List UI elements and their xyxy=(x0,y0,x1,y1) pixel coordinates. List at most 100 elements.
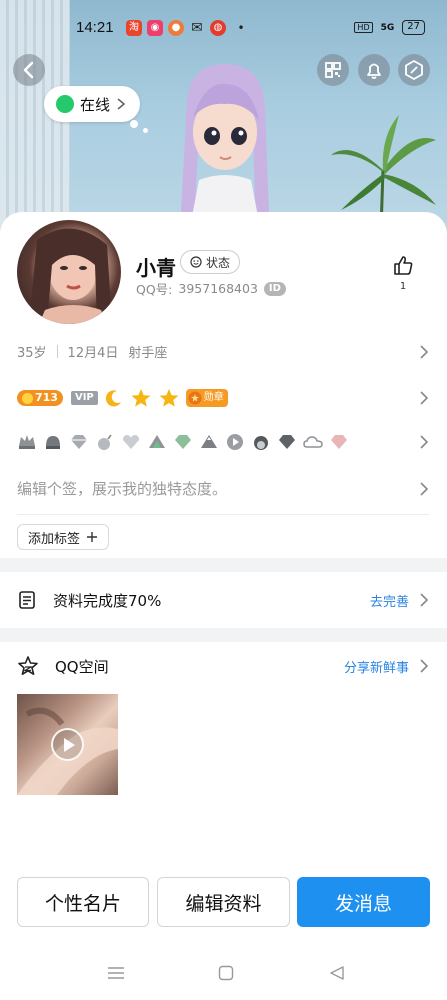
qr-code-icon xyxy=(325,62,341,78)
send-message-button[interactable]: 发消息 xyxy=(297,877,430,927)
chevron-right-icon xyxy=(117,98,126,110)
document-icon xyxy=(19,591,35,609)
play-icon[interactable] xyxy=(51,728,84,761)
menu-icon[interactable] xyxy=(107,965,125,981)
back-triangle-icon[interactable] xyxy=(329,965,345,981)
edit-profile-button[interactable]: 编辑资料 xyxy=(157,877,290,927)
add-tag-button[interactable]: 添加标签 xyxy=(17,524,110,550)
medal-badge: 勋章 xyxy=(185,389,228,407)
like-count: 1 xyxy=(399,281,407,292)
peak-icon xyxy=(201,435,217,448)
vip-badge: VIP xyxy=(70,391,98,405)
settings-button[interactable] xyxy=(398,54,430,86)
age-text: 35岁 xyxy=(17,346,47,361)
medal-label: 勋章 xyxy=(203,392,224,403)
bubble-tail xyxy=(130,120,138,128)
add-tag-label: 添加标签 xyxy=(28,531,81,547)
hexagon-settings-icon xyxy=(405,60,423,80)
online-status-label: 在线 xyxy=(80,95,111,114)
star-icon xyxy=(131,389,151,407)
status-label: 状态 xyxy=(206,255,231,270)
online-dot-icon xyxy=(56,95,74,113)
profile-card: 小青 状态 QQ号: 3957168403 ID 1 35岁 12月4日 射手座… xyxy=(0,212,447,1000)
network-icon: 5G xyxy=(380,22,395,33)
info-separator xyxy=(56,345,58,358)
thumbs-up-icon xyxy=(394,256,413,275)
qq-number: 3957168403 xyxy=(178,281,258,296)
chevron-right-icon xyxy=(420,344,429,359)
bell-icon xyxy=(367,63,381,79)
online-status-bubble[interactable]: 在线 xyxy=(44,86,140,122)
qq-prefix: QQ号: xyxy=(136,282,173,297)
heart-gem-icon xyxy=(123,435,139,449)
battery-icon: 27 xyxy=(402,20,425,35)
chevron-right-icon xyxy=(420,391,429,405)
nickname[interactable]: 小青 xyxy=(136,252,176,281)
news-notification-icon: ◍ xyxy=(210,20,226,36)
chevron-right-icon xyxy=(420,435,429,449)
home-icon[interactable] xyxy=(218,965,234,981)
chevron-right-icon xyxy=(420,593,429,607)
section-gap xyxy=(0,558,447,572)
star-icon xyxy=(159,389,179,407)
helmet-icon xyxy=(46,436,60,449)
divider xyxy=(17,514,429,515)
notifications-button[interactable] xyxy=(358,54,390,86)
id-badge: ID xyxy=(263,281,286,296)
profile-cover[interactable]: 14:21 淘 ◉ ● ✉ ◍ • HD 5G 27 在线 xyxy=(0,0,447,240)
qzone-label: QQ空间 xyxy=(55,657,109,676)
penguin-icon xyxy=(254,436,268,450)
signature-row[interactable]: 编辑个签，展示我的独特态度。 xyxy=(17,478,429,499)
set-status-button[interactable]: 状态 xyxy=(180,250,241,274)
signature-placeholder: 编辑个签，展示我的独特态度。 xyxy=(17,480,228,498)
profile-completion-row[interactable]: 资料完成度70% 去完善 xyxy=(17,586,429,614)
wechat-notification-icon: ✉ xyxy=(191,20,203,36)
black-diamond-icon xyxy=(279,435,295,449)
zplan-avatar-image[interactable] xyxy=(165,62,285,232)
bubble-tail-small xyxy=(143,128,148,133)
bomb-icon xyxy=(98,434,112,450)
complete-profile-link[interactable]: 去完善 xyxy=(370,591,409,610)
qq-number-line[interactable]: QQ号: 3957168403 ID xyxy=(136,279,286,298)
hd-icon: HD xyxy=(354,22,373,33)
orange-app-notification-icon: ● xyxy=(168,20,184,36)
completion-label: 资料完成度70% xyxy=(53,591,162,610)
basic-info-row[interactable]: 35岁 12月4日 射手座 xyxy=(17,342,429,361)
crown-gray-icon xyxy=(19,435,35,449)
zodiac-text: 射手座 xyxy=(128,346,168,361)
plant-decoration xyxy=(331,115,436,230)
mountain-gem-icon xyxy=(149,435,165,448)
like-button[interactable]: 1 xyxy=(391,254,415,292)
system-navigation-bar xyxy=(0,955,447,991)
qzone-row[interactable]: QQ空间 分享新鲜事 xyxy=(17,652,429,680)
birthday-text: 12月4日 xyxy=(67,346,119,361)
back-button[interactable] xyxy=(13,54,45,86)
status-right-group: HD 5G 27 xyxy=(354,20,425,35)
play-badge-icon xyxy=(227,434,243,450)
plus-icon xyxy=(87,532,98,542)
green-diamond-icon xyxy=(175,435,191,449)
status-bar: 14:21 淘 ◉ ● ✉ ◍ • HD 5G 27 xyxy=(0,16,447,40)
pink-diamond-icon xyxy=(331,435,347,449)
qr-code-button[interactable] xyxy=(317,54,349,86)
taobao-notification-icon: 淘 xyxy=(126,20,142,36)
moon-icon xyxy=(105,390,121,407)
share-news-link[interactable]: 分享新鲜事 xyxy=(344,657,409,676)
app-notification-icon: ◉ xyxy=(147,20,163,36)
avatar-image xyxy=(29,228,112,324)
game-icons-row[interactable] xyxy=(17,432,429,452)
level-badge: 713 xyxy=(17,390,63,406)
diamond-gray-icon xyxy=(71,435,87,449)
medal-star-icon xyxy=(188,391,202,405)
chevron-right-icon xyxy=(420,659,429,673)
chevron-right-icon xyxy=(420,481,429,496)
profile-card-button[interactable]: 个性名片 xyxy=(17,877,149,927)
avatar[interactable] xyxy=(17,220,121,324)
qzone-star-icon xyxy=(18,656,38,675)
status-time: 14:21 xyxy=(76,19,114,36)
smiley-icon xyxy=(190,256,202,268)
cloud-icon xyxy=(303,436,323,448)
qzone-video-thumbnail[interactable] xyxy=(17,694,118,795)
level-badge-row[interactable]: 713 VIP 勋章 xyxy=(17,388,429,408)
section-gap xyxy=(0,628,447,642)
